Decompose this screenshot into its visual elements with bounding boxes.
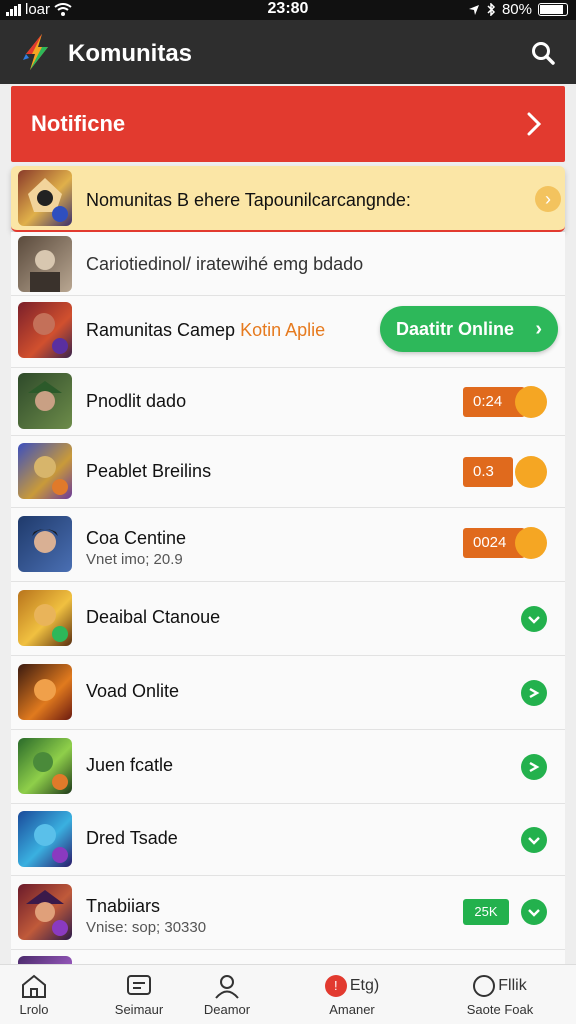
battery-percent: 80% bbox=[501, 1, 532, 18]
item-subtitle: Vnise: sop; 30330 bbox=[86, 919, 207, 936]
alert-icon: ! Etg) bbox=[302, 973, 402, 999]
chevron-right-icon bbox=[527, 112, 542, 136]
count-badge: 25K bbox=[463, 899, 509, 925]
list-item[interactable]: Nomunitas B ehere Tapounilcarcangnde: › bbox=[11, 166, 565, 232]
item-name-main: Ramunitas Camep bbox=[86, 320, 236, 340]
avatar bbox=[18, 302, 72, 358]
online-button-label: Daatitr Online bbox=[396, 319, 515, 339]
list-item[interactable]: Pnodlit dado 0:24 bbox=[11, 368, 565, 436]
avatar bbox=[18, 590, 72, 646]
status-dot bbox=[515, 456, 547, 488]
avatar bbox=[18, 443, 72, 499]
list-item[interactable]: Cariotiedinol/ iratewihé emg bdado bbox=[11, 232, 565, 296]
avatar bbox=[18, 170, 72, 226]
chevron-right-icon: › bbox=[535, 186, 561, 212]
nav-top-text: Etg) bbox=[349, 977, 380, 994]
status-bar: loar 23:80 80% bbox=[0, 0, 576, 20]
item-name: Pnodlit dado bbox=[86, 391, 187, 411]
check-icon bbox=[521, 899, 547, 925]
item-name: Dred Tsade bbox=[86, 828, 178, 848]
avatar bbox=[18, 884, 72, 940]
avatar bbox=[18, 373, 72, 429]
list-item[interactable]: Juen fcatle bbox=[11, 730, 565, 804]
item-name: Ramunitas Camep Kotin Aplie bbox=[86, 320, 325, 341]
status-dot bbox=[515, 527, 547, 559]
list-item[interactable]: Dred Tsade bbox=[11, 804, 565, 876]
status-right: 80% bbox=[468, 1, 568, 18]
list-item[interactable]: Coa Centine Vnet imo; 20.9 0024 bbox=[11, 508, 565, 582]
avatar bbox=[18, 236, 72, 292]
globe-icon bbox=[473, 975, 496, 997]
check-icon bbox=[521, 827, 547, 853]
item-name: Tnabiiars bbox=[86, 896, 161, 916]
item-name: Cariotiedinol/ iratewihé emg bdado bbox=[86, 254, 364, 274]
person-icon bbox=[215, 975, 239, 999]
item-name: Voad Onlite bbox=[86, 681, 180, 701]
location-icon bbox=[468, 4, 479, 15]
search-icon[interactable] bbox=[530, 40, 556, 66]
nav-profile[interactable]: Deamor bbox=[177, 973, 277, 1017]
app-bar: Komunitas bbox=[0, 20, 576, 84]
nav-label: Lrolo bbox=[19, 1002, 49, 1017]
score-badge: 0024 bbox=[463, 527, 547, 559]
list-item[interactable]: Tnabiiars Vnise: sop; 30330 25K bbox=[11, 876, 565, 950]
list-item[interactable]: Ramunitas Camep Kotin Aplie Daatitr Onli… bbox=[11, 296, 565, 368]
check-icon bbox=[521, 606, 547, 632]
notification-banner[interactable]: Notificne bbox=[11, 86, 565, 162]
item-name: Deaibal Ctanoue bbox=[86, 607, 221, 627]
avatar bbox=[18, 516, 72, 572]
home-icon bbox=[22, 974, 46, 998]
more-icon: Fllik bbox=[450, 973, 550, 999]
list-item[interactable]: Deaibal Ctanoue bbox=[11, 582, 565, 656]
nav-label: Deamor bbox=[203, 1002, 251, 1017]
check-icon bbox=[521, 680, 547, 706]
avatar bbox=[18, 664, 72, 720]
nav-label: Seimaur bbox=[114, 1002, 164, 1017]
list-item[interactable]: Voad Onlite bbox=[11, 656, 565, 730]
bottom-nav: Lrolo Seimaur Deamor ! Etg) Amaner Fllik… bbox=[0, 964, 576, 1024]
alert-dot-icon: ! bbox=[324, 975, 347, 997]
check-icon bbox=[521, 754, 547, 780]
nav-home[interactable]: Lrolo bbox=[0, 973, 84, 1017]
battery-icon bbox=[538, 3, 568, 16]
list-item[interactable]: Peablet Breilins 0.3 bbox=[11, 436, 565, 508]
score-value: 0.3 bbox=[463, 457, 513, 487]
message-icon bbox=[127, 975, 151, 995]
item-name: Nomunitas B ehere Tapounilcarcangnde: bbox=[86, 190, 411, 210]
notification-label: Notificne bbox=[31, 111, 126, 136]
score-badge: 0.3 bbox=[463, 456, 547, 488]
nav-alerts[interactable]: ! Etg) Amaner bbox=[302, 973, 402, 1017]
bluetooth-icon bbox=[487, 3, 496, 16]
avatar bbox=[18, 738, 72, 794]
chevron-right-icon: › bbox=[535, 318, 542, 340]
nav-label: Saote Foak bbox=[466, 1002, 534, 1017]
nav-messages[interactable]: Seimaur bbox=[89, 973, 189, 1017]
page-title: Komunitas bbox=[68, 40, 193, 67]
score-badge: 0:24 bbox=[463, 386, 547, 418]
lightning-logo-icon bbox=[23, 34, 48, 70]
item-name: Peablet Breilins bbox=[86, 461, 212, 481]
item-name-highlight: Kotin Aplie bbox=[240, 320, 326, 340]
item-name: Coa Centine bbox=[86, 528, 187, 548]
status-dot bbox=[515, 386, 547, 418]
nav-label: Amaner bbox=[329, 1002, 375, 1017]
online-button[interactable]: Daatitr Online › bbox=[380, 306, 558, 352]
item-subtitle: Vnet imo; 20.9 bbox=[86, 551, 183, 568]
avatar bbox=[18, 811, 72, 867]
nav-more[interactable]: Fllik Saote Foak bbox=[450, 973, 550, 1017]
nav-top-text: Fllik bbox=[498, 977, 527, 994]
item-name: Juen fcatle bbox=[86, 755, 174, 775]
